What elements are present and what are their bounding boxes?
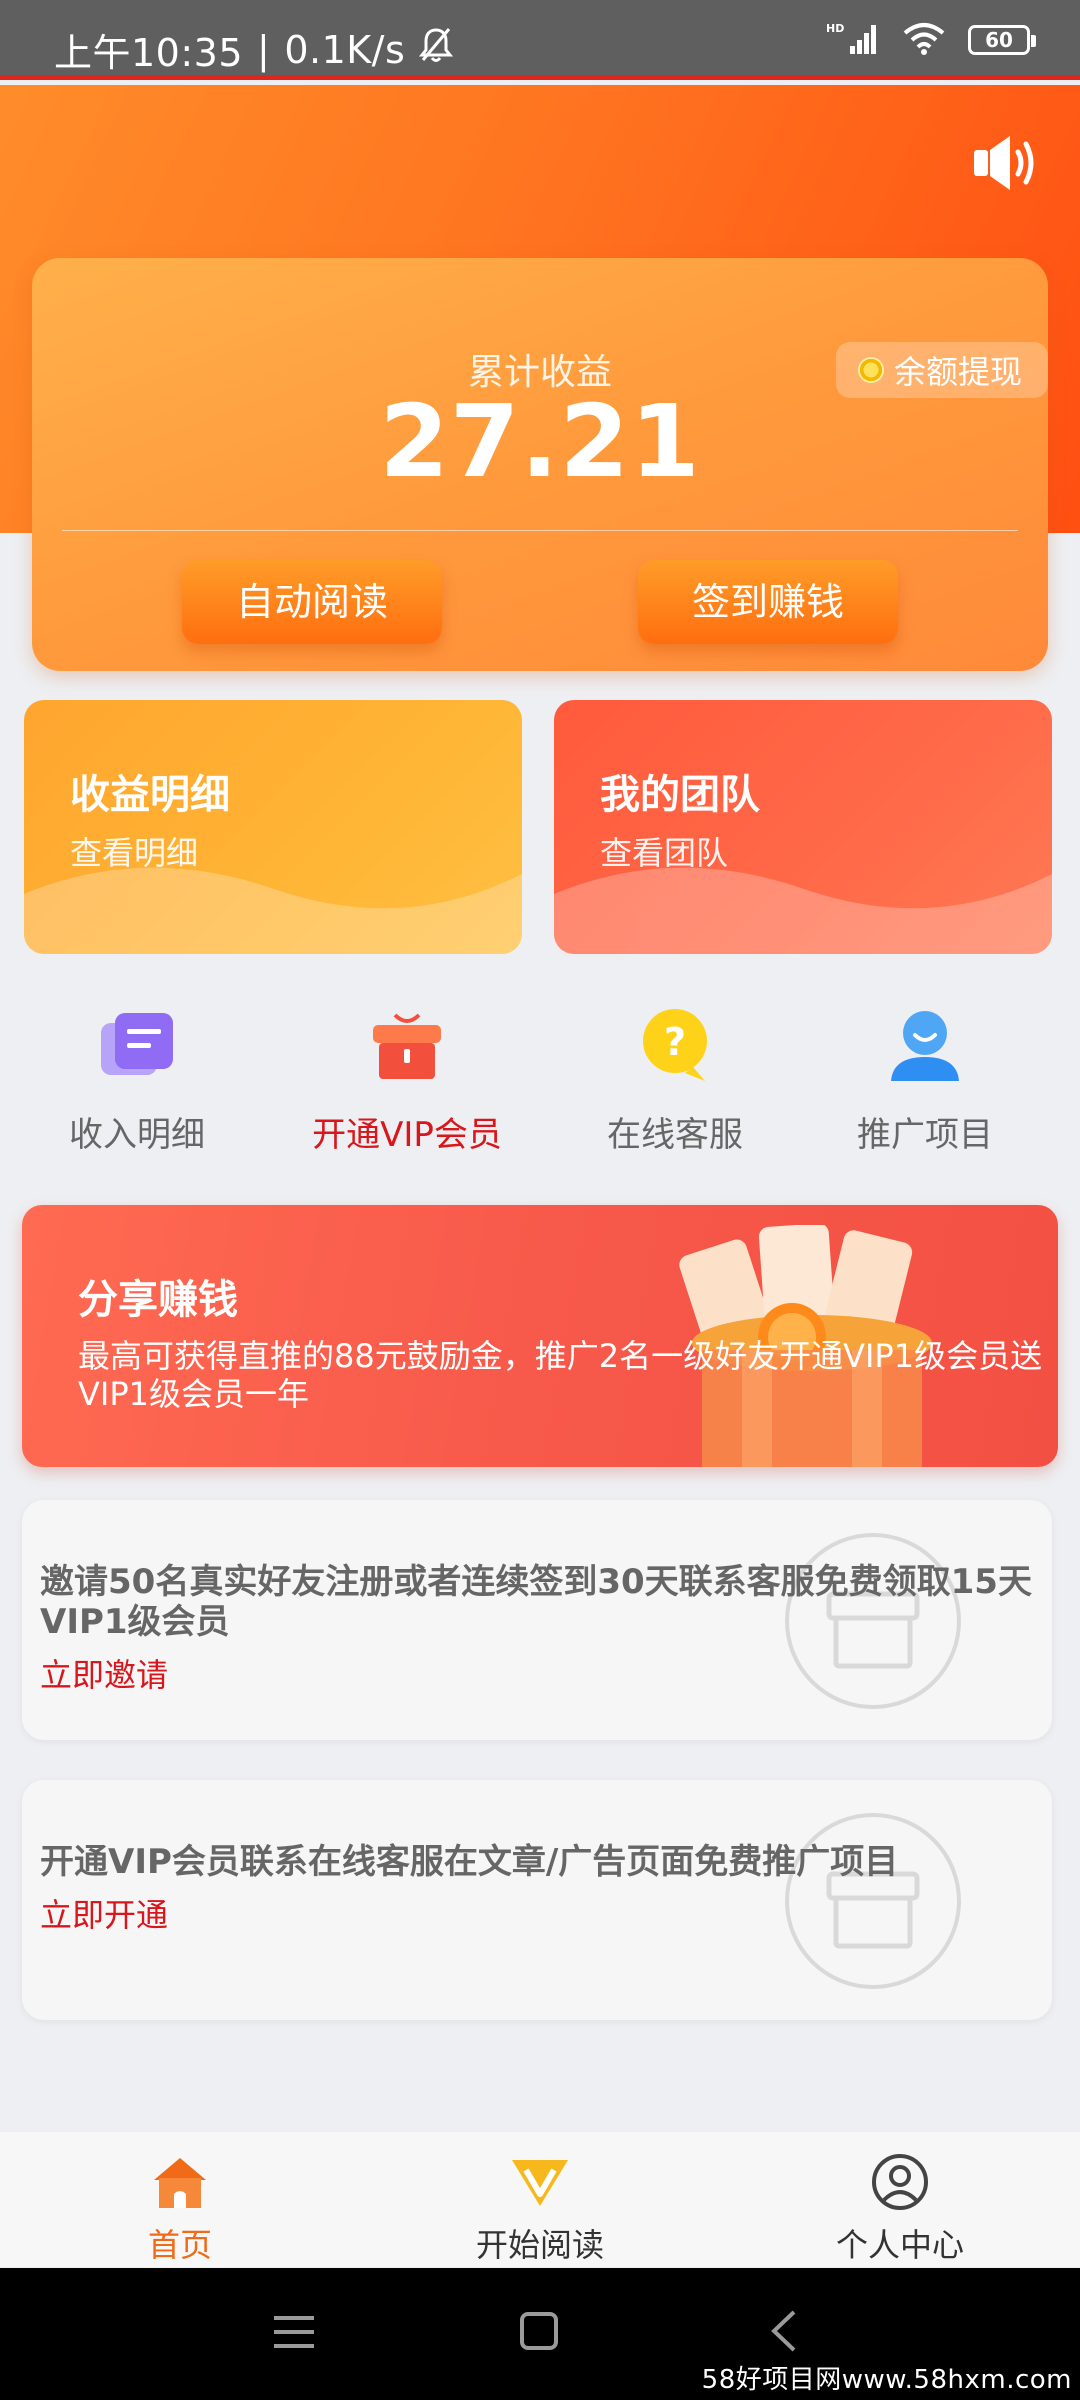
status-time: 上午10:35 [54, 31, 244, 75]
my-team-card[interactable]: 我的团队 查看团队 [554, 700, 1052, 954]
income-detail-title: 收益明细 [70, 772, 230, 818]
card-divider [62, 530, 1018, 531]
status-separator: | [257, 27, 271, 72]
vip-task-card[interactable]: 开通VIP会员联系在线客服在文章/广告页面免费推广项目 立即开通 [22, 1780, 1052, 2020]
status-right: HD 60 [826, 20, 1036, 60]
withdraw-label: 余额提现 [893, 353, 1022, 391]
share-description: 最高可获得直推的88元鼓励金，推广2名一级好友开通VIP1级会员送VIP1级会员… [78, 1337, 1043, 1413]
home-button-icon[interactable] [518, 2310, 560, 2352]
nav-label: 开始阅读 [475, 2226, 604, 2264]
nav-profile[interactable]: 个人中心 [800, 2154, 1000, 2266]
speaker-icon[interactable] [970, 130, 1040, 196]
diamond-v-icon [512, 2160, 568, 2206]
status-bar: 上午10:35 | 0.1K/s HD 60 [0, 0, 1080, 80]
network-label: HD [826, 22, 844, 35]
wifi-icon [902, 21, 946, 59]
vip-task-text: 开通VIP会员联系在线客服在文章/广告页面免费推广项目 [40, 1842, 899, 1882]
open-now-link[interactable]: 立即开通 [40, 1890, 168, 1936]
auto-read-button[interactable]: 自动阅读 [182, 560, 442, 644]
help-chat-icon: ? [635, 1005, 715, 1085]
quick-action-vip[interactable]: 开通VIP会员 [272, 1005, 542, 1156]
signal-icon: HD [826, 20, 880, 60]
nav-home[interactable]: 首页 [80, 2154, 280, 2266]
gift-outline-icon [785, 1813, 961, 1989]
nav-label-active: 首页 [147, 2226, 212, 2264]
document-icon [97, 1005, 177, 1085]
quick-action-label-active: 开通VIP会员 [312, 1115, 502, 1155]
status-speed: 0.1K/s [284, 27, 406, 72]
nav-start-reading[interactable]: 开始阅读 [440, 2154, 640, 2266]
share-title: 分享赚钱 [78, 1277, 238, 1323]
invite-now-link[interactable]: 立即邀请 [40, 1650, 168, 1696]
status-left: 上午10:35 | 0.1K/s [54, 22, 454, 77]
gift-box-icon [367, 1005, 447, 1085]
bell-muted-icon [419, 26, 454, 73]
my-team-title: 我的团队 [600, 772, 760, 818]
income-detail-card[interactable]: 收益明细 查看明细 [24, 700, 522, 954]
profile-icon [872, 2154, 928, 2210]
invite-task-card[interactable]: 邀请50名真实好友注册或者连续签到30天联系客服免费领取15天VIP1级会员 立… [22, 1500, 1052, 1740]
quick-action-label: 在线客服 [607, 1115, 743, 1155]
invite-task-text: 邀请50名真实好友注册或者连续签到30天联系客服免费领取15天VIP1级会员 [40, 1562, 1032, 1642]
quick-action-service[interactable]: ? 在线客服 [540, 1005, 810, 1156]
quick-action-promote[interactable]: 推广项目 [790, 1005, 1060, 1156]
earnings-card: 累计收益 27.21 余额提现 自动阅读 签到赚钱 [32, 258, 1048, 671]
income-detail-subtitle: 查看明细 [70, 834, 199, 872]
svg-text:?: ? [664, 1020, 686, 1064]
quick-action-income[interactable]: 收入明细 [2, 1005, 272, 1156]
my-team-subtitle: 查看团队 [600, 834, 729, 872]
home-icon [154, 2158, 206, 2208]
back-icon[interactable] [766, 2308, 802, 2354]
nav-label: 个人中心 [835, 2226, 964, 2264]
coin-icon [857, 357, 884, 383]
user-icon [885, 1005, 965, 1085]
withdraw-button[interactable]: 余额提现 [835, 342, 1048, 398]
watermark-text: 58好项目网www.58hxm.com [701, 2365, 1072, 2395]
quick-action-label: 收入明细 [69, 1115, 205, 1155]
share-banner[interactable]: 分享赚钱 最高可获得直推的88元鼓励金，推广2名一级好友开通VIP1级会员送VI… [22, 1205, 1058, 1467]
quick-action-label: 推广项目 [857, 1115, 993, 1155]
earnings-value: 27.21 [379, 383, 701, 500]
system-nav-bar: 58好项目网www.58hxm.com [0, 2268, 1080, 2400]
battery-icon: 60 [968, 25, 1036, 55]
menu-icon[interactable] [272, 2312, 316, 2352]
checkin-button[interactable]: 签到赚钱 [638, 560, 898, 644]
bottom-nav: 首页 开始阅读 个人中心 [0, 2132, 1080, 2267]
